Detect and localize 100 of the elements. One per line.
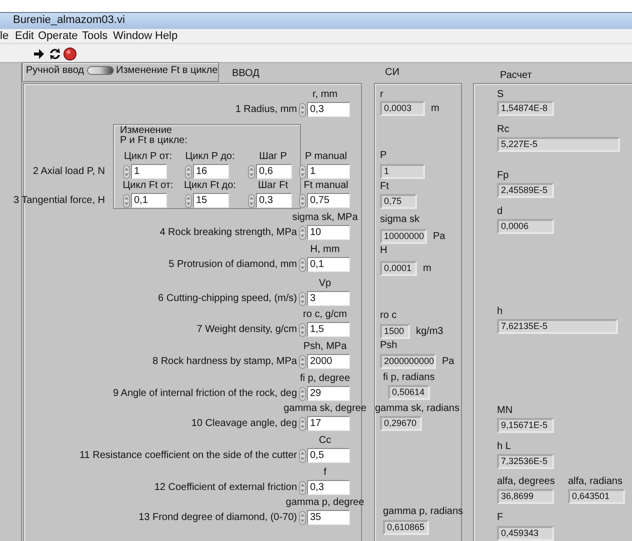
value-display: 0,0003 [380,101,425,116]
field-caption: alfa, degrees [497,476,555,488]
value-display: 0,29670 [380,416,422,431]
value-display: 0,0001 [380,261,417,276]
run-arrow-icon[interactable] [33,47,47,61]
input-field[interactable]: 1,5 [307,322,350,337]
field-caption: Цикл P от: [122,151,174,163]
field-caption: Цикл Ft до: [183,180,237,192]
spinner-icon[interactable] [123,165,130,179]
menu-item[interactable]: Tools [82,29,108,44]
unit-label: Pa [442,356,454,368]
menu-item[interactable]: Operate [38,29,78,44]
spinner-icon[interactable] [299,449,306,463]
field-caption: Psh, MPa [302,341,348,353]
value-display: 1,54874E-8 [497,101,554,116]
field-label: 10 Cleavage angle, deg [191,418,297,430]
field-caption: gamma p, degree [284,497,366,509]
spinner-icon[interactable] [299,165,306,179]
input-field[interactable]: 0,1 [131,193,167,208]
menu-item[interactable]: Edit [15,29,34,44]
input-field[interactable]: 29 [307,386,350,401]
panel-title: Расчет [500,70,532,82]
value-display: 0,459343 [497,526,554,541]
field-caption: P [380,150,387,162]
value-display: 2000000000 [380,354,436,369]
field-caption: Psh [380,340,398,352]
field-label: 13 Frond degree of diamond, (0-70) [138,512,297,524]
spinner-icon[interactable] [299,194,306,208]
value-display: 1 [380,164,425,179]
input-field[interactable]: 1 [307,164,350,179]
value-display: 0,75 [380,194,417,209]
input-field[interactable]: 10 [307,225,350,240]
spinner-icon[interactable] [299,258,306,272]
input-field[interactable]: 3 [307,291,350,306]
field-caption: Ft manual [302,180,350,192]
field-caption: P manual [304,151,348,163]
field-caption: f [322,467,328,479]
input-field[interactable]: 0,3 [256,193,292,208]
field-caption: F [497,512,504,524]
value-display: 2,45589E-5 [497,183,554,198]
spinner-icon[interactable] [299,226,306,240]
input-field[interactable]: 0,6 [256,164,292,179]
group-title: Изменение P и Ft в цикле: [120,126,188,146]
switch-label: Изменение Ft в цикле [116,65,218,77]
field-label: 5 Protrusion of diamond, mm [168,259,297,271]
spinner-icon[interactable] [248,165,255,179]
spinner-icon[interactable] [299,481,306,495]
field-caption: H, mm [309,244,341,256]
field-caption: gamma sk, radians [375,403,460,415]
field-caption: ro c [380,310,397,322]
value-display: 0,0006 [497,219,554,234]
spinner-icon[interactable] [299,387,306,401]
field-label: 4 Rock breaking strength, MPa [160,227,297,239]
menu-item[interactable]: le [0,29,9,44]
field-caption: MN [497,405,513,417]
value-display: 1500 [380,324,410,339]
spinner-icon[interactable] [299,323,306,337]
field-caption: S [497,89,504,101]
spinner-icon[interactable] [248,194,255,208]
spinner-icon[interactable] [299,292,306,306]
field-label: 6 Cutting-chipping speed, (m/s) [158,293,297,305]
field-caption: Cc [318,435,332,447]
field-label: 11 Resistance coefficient on the side of the cutter [79,450,297,462]
field-label: 12 Coefficient of external friction [154,482,297,494]
spinner-icon[interactable] [185,194,192,208]
spinner-icon[interactable] [185,165,192,179]
input-field[interactable]: 0,3 [307,102,350,117]
input-field[interactable]: 17 [307,416,350,431]
input-field[interactable]: 0,5 [307,448,350,463]
input-field[interactable]: 0,3 [307,480,350,495]
input-field[interactable]: 16 [193,164,229,179]
circular-arrows-icon[interactable] [48,47,62,61]
field-label: 8 Rock hardness by stamp, MPa [152,356,297,368]
spinner-icon[interactable] [123,194,130,208]
field-caption: Ft [380,181,389,193]
field-caption: fi p, degree [298,373,352,385]
spinner-icon[interactable] [299,355,306,369]
input-field[interactable]: 35 [307,510,350,525]
spinner-icon[interactable] [299,511,306,525]
toggle-switch[interactable] [87,66,114,75]
value-display: 36,8699 [497,489,554,504]
input-field[interactable]: 15 [193,193,229,208]
input-field[interactable]: 1 [131,164,167,179]
unit-label: Pa [433,231,446,243]
field-caption: h [497,306,503,318]
menu-item[interactable]: Window [113,29,152,44]
panel-title: СИ [385,67,400,79]
input-field[interactable]: 0,1 [307,257,350,272]
input-field[interactable]: 0,75 [307,193,350,208]
value-display: 7,32536E-5 [497,454,554,469]
value-display: 9,15671E-5 [497,418,554,433]
unit-label: m [431,103,440,115]
spinner-icon[interactable] [299,417,306,431]
menu-item[interactable]: Help [155,29,178,44]
field-caption: Vp [318,278,332,290]
value-display: 0,643501 [568,489,625,504]
window-title: Burenie_almazom03.vi [13,13,125,28]
input-field[interactable]: 2000 [307,354,350,369]
spinner-icon[interactable] [299,103,306,117]
field-caption: alfa, radians [568,476,622,488]
